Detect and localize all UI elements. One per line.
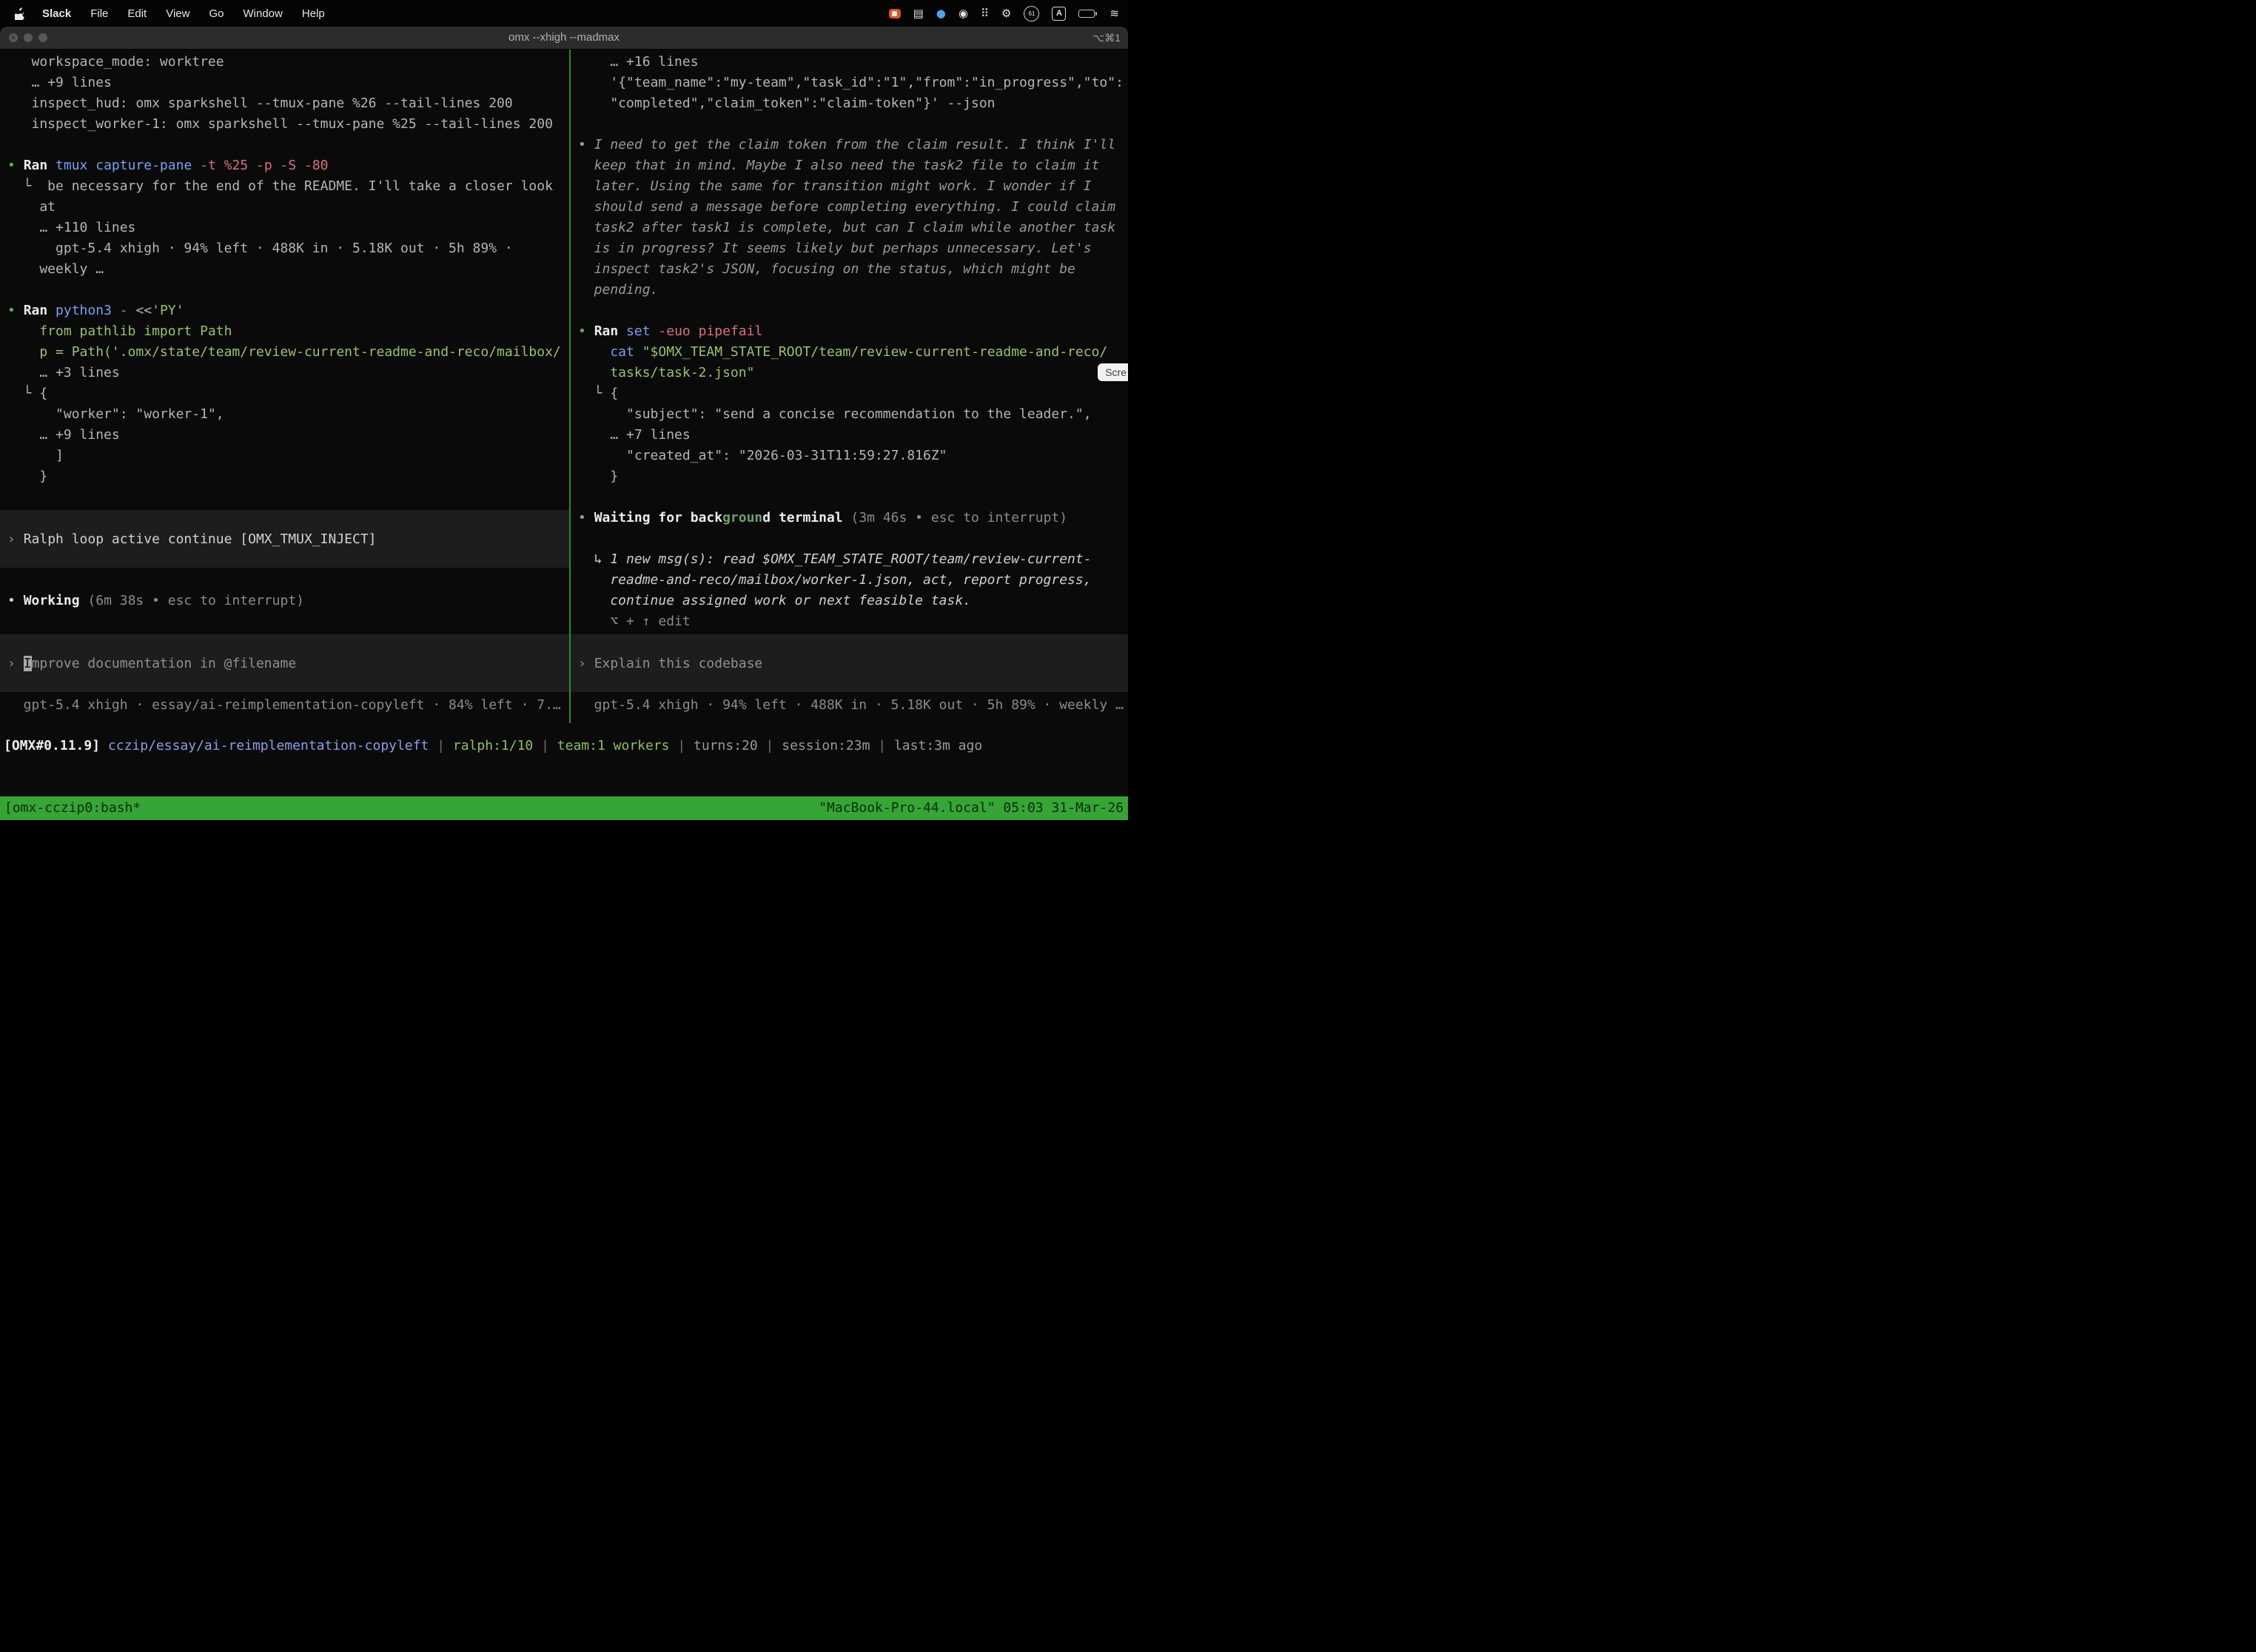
gear-icon[interactable]: ⚙: [1001, 7, 1011, 20]
menu-edit[interactable]: Edit: [118, 7, 156, 20]
terminal-line: … +3 lines: [0, 363, 569, 383]
terminal-line: workspace_mode: worktree: [0, 52, 569, 73]
input-source-icon[interactable]: A: [1052, 7, 1066, 21]
terminal-line: [571, 487, 1128, 508]
terminal-right-pane[interactable]: … +16 lines '{"team_name":"my-team","tas…: [571, 50, 1128, 723]
menu-bar-status-icons: ▤ ● ◉ ⠿ ⚙ 61 A ≋: [889, 6, 1119, 21]
terminal-line: ⌥ + ↑ edit: [571, 611, 1128, 632]
terminal-line: }: [571, 466, 1128, 487]
terminal-empty-space: [0, 756, 1128, 796]
terminal-line: weekly …: [0, 259, 569, 280]
menu-bar-menus: FileEditViewGoWindowHelp: [81, 7, 335, 20]
terminal-line: [571, 528, 1128, 549]
terminal-line: readme-and-reco/mailbox/worker-1.json, a…: [571, 570, 1128, 591]
terminal-line: └ {: [571, 383, 1128, 404]
terminal-line: • Ran set -euo pipefail: [571, 321, 1128, 342]
dark-app-icon[interactable]: ◉: [959, 7, 968, 20]
battery-icon[interactable]: [1078, 10, 1097, 18]
apps-grid-icon[interactable]: ⠿: [981, 7, 989, 20]
menu-help[interactable]: Help: [292, 7, 335, 20]
terminal-line: later. Using the same for transition mig…: [571, 176, 1128, 197]
terminal-line: ↳ 1 new msg(s): read $OMX_TEAM_STATE_ROO…: [571, 549, 1128, 570]
terminal-line: task2 after task1 is complete, but can I…: [571, 218, 1128, 238]
terminal-line: is in progress? It seems likely but perh…: [571, 238, 1128, 259]
terminal-line: keep that in mind. Maybe I also need the…: [571, 155, 1128, 176]
terminal-line: • Ran tmux capture-pane -t %25 -p -S -80: [0, 155, 569, 176]
terminal-line: "created_at": "2026-03-31T11:59:27.816Z": [571, 446, 1128, 466]
terminal-window: ✕ omx --xhigh --madmax ⌥⌘1 workspace_mod…: [0, 27, 1128, 826]
terminal-line: … +9 lines: [0, 425, 569, 446]
terminal-line: inspect_worker-1: omx sparkshell --tmux-…: [0, 114, 569, 135]
terminal-line: [0, 135, 569, 155]
terminal-line: inspect_hud: omx sparkshell --tmux-pane …: [0, 93, 569, 114]
apple-menu-icon[interactable]: [9, 7, 33, 20]
window-title: omx --xhigh --madmax: [0, 27, 1128, 49]
zoom-button[interactable]: [38, 33, 47, 42]
terminal-line: [571, 300, 1128, 321]
traffic-lights: ✕: [9, 33, 47, 42]
terminal-line: • Working (6m 38s • esc to interrupt): [0, 591, 569, 611]
minimize-button[interactable]: [24, 33, 33, 42]
terminal-line: p = Path('.omx/state/team/review-current…: [0, 342, 569, 363]
terminal-line: "completed","claim_token":"claim-token"}…: [571, 93, 1128, 114]
window-shortcut-hint: ⌥⌘1: [1092, 27, 1121, 49]
menu-window[interactable]: Window: [234, 7, 292, 20]
terminal-line: … +110 lines: [0, 218, 569, 238]
terminal-line: at: [0, 197, 569, 218]
prompt-input-area[interactable]: › Improve documentation in @filename: [0, 634, 569, 692]
terminal-line: └ {: [0, 383, 569, 404]
omx-hud-status-line: [OMX#0.11.9] cczip/essay/ai-reimplementa…: [0, 736, 1128, 756]
terminal-line: └ be necessary for the end of the README…: [0, 176, 569, 197]
terminal-line: inspect task2's JSON, focusing on the st…: [571, 259, 1128, 280]
terminal-line: continue assigned work or next feasible …: [571, 591, 1128, 611]
terminal-line: tasks/task-2.json": [571, 363, 1128, 383]
tmux-host-clock-label: "MacBook-Pro-44.local" 05:03 31-Mar-26: [819, 796, 1124, 820]
screen-recording-indicator[interactable]: [889, 9, 901, 19]
terminal-line: '{"team_name":"my-team","task_id":"1","f…: [571, 73, 1128, 93]
close-button[interactable]: ✕: [9, 33, 18, 42]
terminal-line: cat "$OMX_TEAM_STATE_ROOT/team/review-cu…: [571, 342, 1128, 363]
terminal-line: ]: [0, 446, 569, 466]
screen-capture-overlay[interactable]: Scre: [1098, 363, 1128, 381]
terminal-line: from pathlib import Path: [0, 321, 569, 342]
terminal-line: … +16 lines: [571, 52, 1128, 73]
active-app-name[interactable]: Slack: [33, 7, 81, 20]
terminal-line: }: [0, 466, 569, 487]
terminal-line: … +9 lines: [0, 73, 569, 93]
prompt-input-area[interactable]: › Explain this codebase: [571, 634, 1128, 692]
terminal-body: workspace_mode: worktree … +9 lines insp…: [0, 50, 1128, 826]
terminal-left-pane[interactable]: workspace_mode: worktree … +9 lines insp…: [0, 50, 569, 723]
terminal-line: [571, 114, 1128, 135]
blue-app-icon[interactable]: ●: [936, 7, 946, 20]
window-title-bar[interactable]: ✕ omx --xhigh --madmax ⌥⌘1: [0, 27, 1128, 50]
terminal-line: … +7 lines: [571, 425, 1128, 446]
screen-recording-dot: [892, 11, 897, 16]
menu-go[interactable]: Go: [199, 7, 233, 20]
terminal-line: • Waiting for background terminal (3m 46…: [571, 508, 1128, 528]
menu-file[interactable]: File: [81, 7, 118, 20]
terminal-line: • I need to get the claim token from the…: [571, 135, 1128, 155]
terminal-line: gpt-5.4 xhigh · 94% left · 488K in · 5.1…: [0, 238, 569, 259]
terminal-line: "subject": "send a concise recommendatio…: [571, 404, 1128, 425]
bottom-strip: [0, 820, 1128, 826]
terminal-line: gpt-5.4 xhigh · 94% left · 488K in · 5.1…: [571, 695, 1128, 716]
tmux-panes: workspace_mode: worktree … +9 lines insp…: [0, 50, 1128, 723]
terminal-line: • Ran python3 - <<'PY': [0, 300, 569, 321]
wifi-icon[interactable]: ≋: [1109, 7, 1119, 20]
terminal-line: gpt-5.4 xhigh · essay/ai-reimplementatio…: [0, 695, 569, 716]
battery-percent-badge[interactable]: 61: [1024, 6, 1039, 21]
tmux-session-label: [omx-cczip0:bash*: [4, 796, 141, 820]
terminal-line: should send a message before completing …: [571, 197, 1128, 218]
terminal-line: "worker": "worker-1",: [0, 404, 569, 425]
terminal-line: pending.: [571, 280, 1128, 300]
window-manager-icon[interactable]: ▤: [913, 7, 924, 20]
terminal-line: [0, 280, 569, 300]
menu-view[interactable]: View: [156, 7, 199, 20]
macos-menu-bar: Slack FileEditViewGoWindowHelp ▤ ● ◉ ⠿ ⚙…: [0, 0, 1128, 27]
tmux-status-bar: [omx-cczip0:bash* "MacBook-Pro-44.local"…: [0, 796, 1128, 820]
prompt-input-area[interactable]: › Ralph loop active continue [OMX_TMUX_I…: [0, 510, 569, 568]
